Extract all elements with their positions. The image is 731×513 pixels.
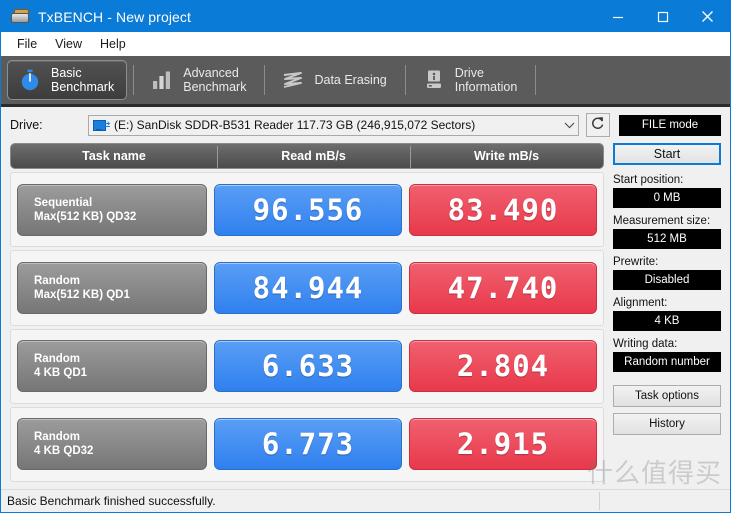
label-alignment: Alignment: (613, 297, 668, 309)
table-row: Random 4 KB QD32 6.773 2.915 (10, 406, 604, 482)
label-prewrite: Prewrite: (613, 256, 659, 268)
tab-basic-benchmark[interactable]: Basic Benchmark (7, 60, 128, 100)
window-controls (595, 1, 730, 32)
drive-icon (9, 7, 31, 27)
stopwatch-icon (17, 67, 43, 93)
main-body: Task name Read mB/s Write mB/s Sequentia… (1, 143, 730, 485)
task-name-line2: 4 KB QD1 (34, 367, 88, 380)
task-name-line2: Max(512 KB) QD1 (34, 288, 130, 301)
menu-item-help[interactable]: Help (91, 35, 135, 53)
value-alignment[interactable]: 4 KB (613, 311, 721, 331)
close-button[interactable] (685, 1, 730, 32)
start-button[interactable]: Start (613, 143, 721, 165)
settings-sidebar: Start Start position: 0 MB Measurement s… (613, 143, 721, 485)
tab-separator (404, 65, 406, 95)
bar-chart-icon (149, 67, 175, 93)
tab-label-advanced-benchmark: Advanced Benchmark (183, 66, 247, 94)
removable-drive-icon: ⇄ (93, 119, 110, 132)
drive-select-value: (E:) SanDisk SDDR-B531 Reader 117.73 GB … (114, 118, 476, 132)
results-panel: Task name Read mB/s Write mB/s Sequentia… (10, 143, 604, 485)
label-measurement-size: Measurement size: (613, 215, 711, 227)
write-value: 83.490 (409, 183, 597, 236)
tab-drive-information[interactable]: Drive Information (412, 60, 530, 100)
maximize-button[interactable] (640, 1, 685, 32)
task-button-sequential-qd32[interactable]: Sequential Max(512 KB) QD32 (17, 183, 207, 236)
task-name-line2: Max(512 KB) QD32 (34, 210, 137, 223)
drive-select[interactable]: ⇄ (E:) SanDisk SDDR-B531 Reader 117.73 G… (88, 114, 579, 136)
tab-data-erasing[interactable]: Data Erasing (271, 60, 398, 100)
tab-label-data-erasing: Data Erasing (314, 73, 387, 87)
read-value: 96.556 (214, 183, 402, 236)
read-value: 6.773 (214, 418, 402, 471)
value-prewrite[interactable]: Disabled (613, 270, 721, 290)
label-start-position: Start position: (613, 174, 684, 186)
column-header-write: Write mB/s (410, 146, 603, 168)
write-value: 2.804 (409, 340, 597, 393)
task-name-line1: Random (34, 353, 80, 366)
value-writing-data[interactable]: Random number (613, 352, 721, 372)
task-name-line1: Random (34, 431, 80, 444)
task-name-line1: Sequential (34, 196, 93, 209)
task-button-random-4kb-qd32[interactable]: Random 4 KB QD32 (17, 418, 207, 471)
chevron-down-icon[interactable] (561, 122, 578, 129)
drive-bar: Drive: ⇄ (E:) SanDisk SDDR-B531 Reader 1… (1, 107, 730, 143)
table-row: Sequential Max(512 KB) QD32 96.556 83.49… (10, 172, 604, 248)
tab-label-basic-benchmark: Basic Benchmark (51, 66, 115, 94)
task-options-button[interactable]: Task options (613, 385, 721, 407)
task-name-line1: Random (34, 274, 80, 287)
status-message: Basic Benchmark finished successfully. (7, 494, 216, 508)
table-row: Random 4 KB QD1 6.633 2.804 (10, 328, 604, 404)
task-name-line2: 4 KB QD32 (34, 445, 94, 458)
tab-separator (535, 65, 537, 95)
write-value: 47.740 (409, 261, 597, 314)
refresh-icon (590, 115, 606, 136)
status-separator (599, 492, 600, 510)
read-value: 84.944 (214, 261, 402, 314)
table-row: Random Max(512 KB) QD1 84.944 47.740 (10, 250, 604, 326)
value-start-position[interactable]: 0 MB (613, 188, 721, 208)
label-writing-data: Writing data: (613, 338, 678, 350)
results-rows: Sequential Max(512 KB) QD32 96.556 83.49… (10, 172, 604, 485)
column-header-read: Read mB/s (217, 146, 410, 168)
task-button-random-max-qd1[interactable]: Random Max(512 KB) QD1 (17, 261, 207, 314)
menu-item-view[interactable]: View (46, 35, 91, 53)
task-button-random-4kb-qd1[interactable]: Random 4 KB QD1 (17, 340, 207, 393)
read-value: 6.633 (214, 340, 402, 393)
title-bar: TxBENCH - New project (1, 1, 730, 32)
file-mode-button[interactable]: FILE mode (619, 114, 721, 136)
menu-item-file[interactable]: File (8, 35, 46, 53)
minimize-button[interactable] (595, 1, 640, 32)
window-title: TxBENCH - New project (38, 8, 192, 25)
write-value: 2.915 (409, 418, 597, 471)
menu-bar: File View Help (1, 32, 730, 56)
history-button[interactable]: History (613, 413, 721, 435)
status-bar: Basic Benchmark finished successfully. (1, 489, 730, 512)
drive-info-icon (421, 67, 447, 93)
tab-separator (133, 65, 135, 95)
value-measurement-size[interactable]: 512 MB (613, 229, 721, 249)
tab-advanced-benchmark[interactable]: Advanced Benchmark (140, 60, 258, 100)
tab-separator (264, 65, 266, 95)
column-header-task-name: Task name (82, 149, 146, 163)
eraser-waves-icon (280, 67, 306, 93)
tab-label-drive-information: Drive Information (454, 66, 518, 94)
refresh-button[interactable] (586, 113, 610, 137)
drive-label: Drive: (10, 118, 43, 132)
results-header: Task name Read mB/s Write mB/s (10, 143, 604, 169)
tab-strip: Basic Benchmark Advanced Benchmark Data … (1, 56, 730, 107)
txbench-window: TxBENCH - New project File View Help Bas… (0, 0, 731, 513)
